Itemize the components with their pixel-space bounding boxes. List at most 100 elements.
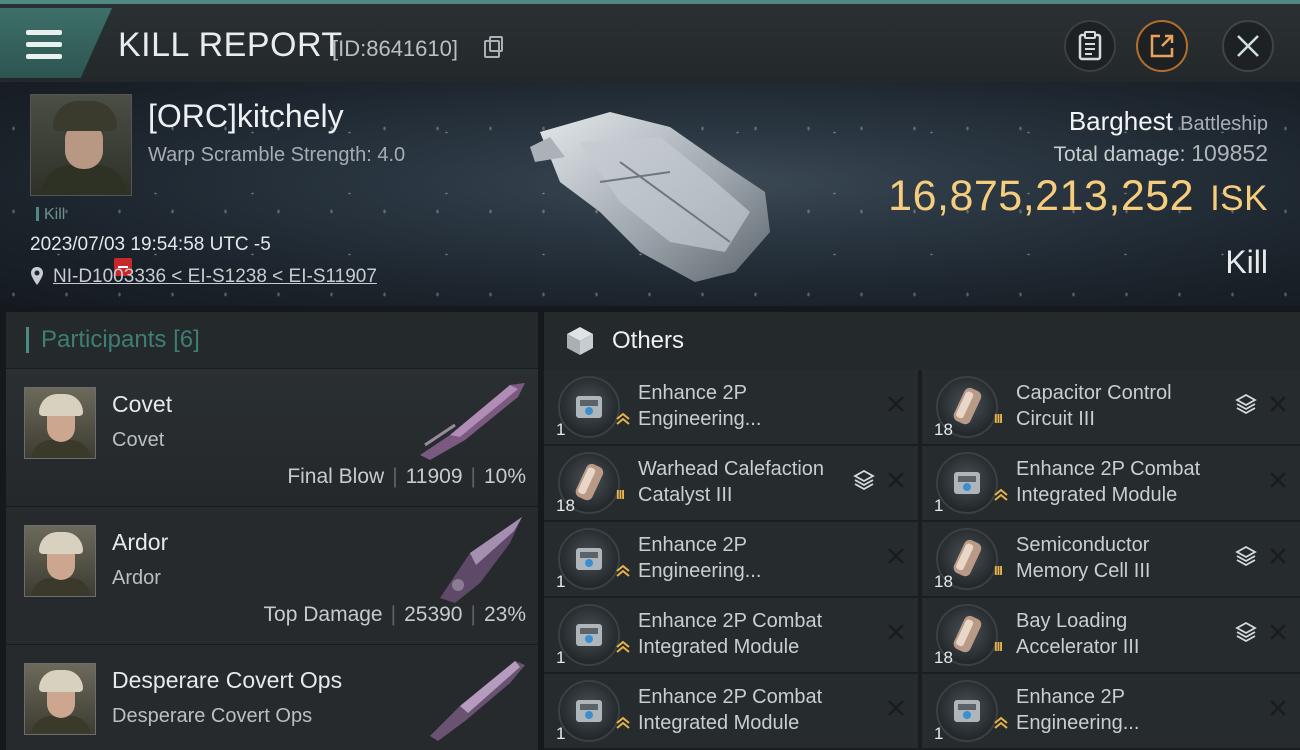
item-row[interactable]: 1 Enhance 2P Combat Integrated Module bbox=[544, 674, 918, 748]
item-row[interactable]: 1 Enhance 2P Combat Integrated Module bbox=[922, 446, 1300, 520]
isk-unit: ISK bbox=[1210, 179, 1268, 218]
item-name: Enhance 2P Engineering... bbox=[1016, 684, 1226, 736]
victim-panel: [ORC]kitchely Warp Scramble Strength: 4.… bbox=[0, 82, 1300, 306]
participant-avatar bbox=[24, 525, 96, 597]
module-art-icon bbox=[576, 548, 602, 570]
item-row[interactable]: 1 Enhance 2P Engineering... bbox=[544, 522, 918, 596]
item-row[interactable]: III 18 Semiconductor Memory Cell III bbox=[922, 522, 1300, 596]
item-name-line2: Integrated Module bbox=[1016, 484, 1178, 506]
item-name-line2: Engineering... bbox=[638, 560, 762, 582]
remove-x-icon[interactable] bbox=[1268, 394, 1288, 414]
item-quantity: 18 bbox=[556, 496, 575, 515]
chevron-rank-icon bbox=[616, 640, 630, 653]
item-quantity: 1 bbox=[556, 724, 566, 743]
item-name: Enhance 2P Combat Integrated Module bbox=[1016, 456, 1226, 508]
remove-x-icon[interactable] bbox=[886, 546, 906, 566]
item-name-line2: Integrated Module bbox=[638, 712, 800, 734]
item-name-line2: Engineering... bbox=[638, 408, 762, 430]
item-row[interactable]: 1 Enhance 2P Engineering... bbox=[922, 674, 1300, 748]
victim-name[interactable]: [ORC]kitchely bbox=[148, 98, 344, 135]
stack-layers-icon[interactable] bbox=[1234, 620, 1258, 644]
remove-x-icon[interactable] bbox=[1268, 546, 1288, 566]
participant-percent: 23% bbox=[483, 603, 526, 626]
chevron-rank-icon bbox=[616, 564, 630, 577]
tier-iii-mark: III bbox=[616, 487, 625, 502]
clipboard-icon bbox=[1078, 31, 1102, 61]
location-pin-icon bbox=[31, 267, 43, 285]
module-art-icon bbox=[576, 700, 602, 722]
item-quantity: 1 bbox=[556, 648, 566, 667]
tier-iii-mark: III bbox=[994, 411, 1003, 426]
page-title: KILL REPORT bbox=[118, 26, 343, 64]
participant-card[interactable]: Covet Covet Final Blow | 11909 | 10% bbox=[6, 368, 538, 506]
module-art-icon bbox=[576, 396, 602, 418]
item-name-line1: Enhance 2P bbox=[638, 382, 747, 404]
chevron-rank-icon bbox=[994, 716, 1008, 729]
participant-avatar bbox=[24, 387, 96, 459]
stack-layers-icon[interactable] bbox=[1234, 392, 1258, 416]
remove-x-icon[interactable] bbox=[886, 698, 906, 718]
item-name-line2: Accelerator III bbox=[1016, 636, 1140, 658]
participant-damage: 11909 bbox=[405, 465, 463, 488]
item-row[interactable]: III 18 Warhead Calefaction Catalyst III bbox=[544, 446, 918, 520]
total-damage-value: 109852 bbox=[1191, 140, 1268, 166]
clipboard-button[interactable] bbox=[1064, 20, 1116, 72]
victim-ship-image bbox=[530, 112, 770, 282]
item-name: Enhance 2P Engineering... bbox=[638, 380, 848, 432]
victim-portrait[interactable] bbox=[30, 94, 132, 196]
chevron-rank-icon bbox=[994, 488, 1008, 501]
remove-x-icon[interactable] bbox=[886, 470, 906, 490]
item-row[interactable]: 1 Enhance 2P Engineering... bbox=[544, 370, 918, 444]
item-name-line1: Capacitor Control bbox=[1016, 382, 1172, 404]
remove-x-icon[interactable] bbox=[1268, 622, 1288, 642]
chevron-rank-icon bbox=[616, 716, 630, 729]
tier-iii-mark: III bbox=[994, 639, 1003, 654]
stack-layers-icon[interactable] bbox=[852, 468, 876, 492]
participant-ship-image bbox=[430, 661, 525, 741]
item-quantity: 1 bbox=[934, 496, 944, 515]
item-name-line1: Enhance 2P Combat bbox=[638, 610, 823, 632]
others-header: Others bbox=[544, 312, 1300, 370]
item-name-line1: Enhance 2P bbox=[1016, 686, 1125, 708]
item-row[interactable]: 1 Enhance 2P Combat Integrated Module bbox=[544, 598, 918, 672]
menu-button[interactable] bbox=[0, 8, 112, 78]
item-name: Enhance 2P Engineering... bbox=[638, 532, 848, 584]
item-row[interactable]: III 18 Bay Loading Accelerator III bbox=[922, 598, 1300, 672]
item-quantity: 1 bbox=[556, 572, 566, 591]
item-name-line2: Circuit III bbox=[1016, 408, 1095, 430]
kill-tag: Kill bbox=[36, 206, 65, 224]
item-name: Bay Loading Accelerator III bbox=[1016, 608, 1226, 660]
module-art-icon bbox=[576, 624, 602, 646]
item-name-line1: Enhance 2P Combat bbox=[638, 686, 823, 708]
remove-x-icon[interactable] bbox=[1268, 470, 1288, 490]
participant-role: Top Damage bbox=[263, 603, 383, 626]
item-quantity: 1 bbox=[934, 724, 944, 743]
remove-x-icon[interactable] bbox=[1268, 698, 1288, 718]
copy-icon[interactable] bbox=[484, 36, 503, 58]
remove-x-icon[interactable] bbox=[886, 394, 906, 414]
location-link[interactable]: NI-D1003336 < EI-S1238 < EI-S11907 bbox=[53, 266, 377, 288]
total-damage-label: Total damage: bbox=[1053, 143, 1186, 166]
participant-card[interactable]: Ardor Ardor Top Damage | 25390 | 23% bbox=[6, 506, 538, 644]
kill-id: [ID:8641610] bbox=[332, 36, 458, 61]
header-bar: KILL REPORT [ID:8641610] bbox=[0, 0, 1300, 82]
participant-ship: Ardor bbox=[112, 567, 161, 589]
others-label: Others bbox=[612, 327, 685, 354]
participant-damage: 25390 bbox=[404, 603, 463, 626]
participant-card[interactable]: Desperare Covert Ops Desperare Covert Op… bbox=[6, 644, 538, 750]
participant-name: Ardor bbox=[112, 529, 169, 555]
participant-name: Covet bbox=[112, 391, 173, 417]
remove-x-icon[interactable] bbox=[886, 622, 906, 642]
warp-scramble-strength: Warp Scramble Strength: 4.0 bbox=[148, 144, 406, 166]
item-row[interactable]: III 18 Capacitor Control Circuit III bbox=[922, 370, 1300, 444]
stack-layers-icon[interactable] bbox=[1234, 544, 1258, 568]
item-quantity: 18 bbox=[934, 572, 953, 591]
victim-ship-class: Battleship bbox=[1180, 113, 1268, 135]
participant-stats: Final Blow | 11909 | 10% bbox=[287, 465, 526, 488]
item-name: Enhance 2P Combat Integrated Module bbox=[638, 608, 848, 660]
share-button[interactable] bbox=[1136, 20, 1188, 72]
participants-header[interactable]: Participants [6] bbox=[6, 312, 538, 368]
close-button[interactable] bbox=[1222, 20, 1274, 72]
participants-count: [6] bbox=[173, 326, 200, 353]
item-module-icon bbox=[558, 528, 630, 590]
